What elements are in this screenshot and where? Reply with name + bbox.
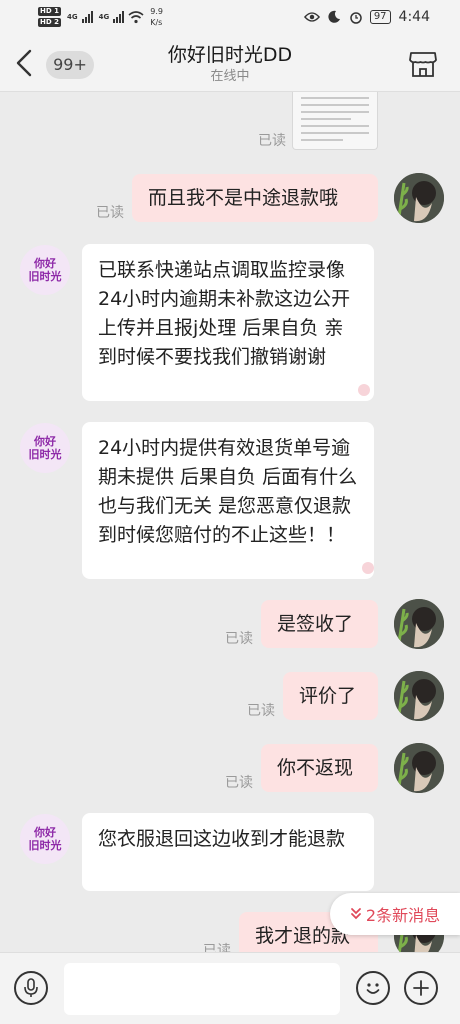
emoji-button[interactable] bbox=[356, 971, 390, 1005]
shop-avatar[interactable]: 你好 旧时光 bbox=[20, 245, 70, 295]
sim1-badge: HD 1 bbox=[38, 7, 61, 16]
status-bar: HD 1 HD 2 4G 4G 9.9 K/s 97 4:44 bbox=[0, 0, 460, 34]
message-input[interactable] bbox=[64, 963, 340, 1015]
read-receipt: 已读 bbox=[225, 631, 253, 647]
shop-avatar-text: 你好 bbox=[34, 435, 56, 448]
shop-avatar[interactable]: 你好 旧时光 bbox=[20, 814, 70, 864]
paw-watermark-icon bbox=[358, 384, 370, 396]
outgoing-message[interactable]: 而且我不是中途退款哦 bbox=[132, 174, 378, 222]
status-left: HD 1 HD 2 4G 4G 9.9 K/s bbox=[38, 4, 163, 30]
shop-avatar-text: 旧时光 bbox=[28, 448, 62, 461]
user-avatar[interactable] bbox=[394, 743, 444, 793]
battery-level: 97 bbox=[369, 10, 391, 24]
shop-avatar-text: 旧时光 bbox=[28, 270, 62, 283]
read-receipt: 已读 bbox=[258, 133, 286, 149]
incoming-message[interactable]: 已联系快递站点调取监控录像 24小时内逾期未补款这边公开上传并且报j处理 后果自… bbox=[82, 244, 374, 401]
network-type-2: 4G bbox=[98, 13, 110, 21]
clock: 4:44 bbox=[398, 9, 430, 25]
new-messages-label: 2条新消息 bbox=[365, 906, 441, 925]
shop-avatar-text: 你好 bbox=[34, 257, 56, 270]
online-status: 在线中 bbox=[210, 69, 250, 84]
wifi-icon bbox=[128, 9, 144, 25]
store-icon[interactable] bbox=[408, 50, 438, 78]
voice-icon bbox=[24, 978, 38, 997]
network-speed-unit: K/s bbox=[150, 18, 163, 27]
outgoing-message[interactable]: 是签收了 bbox=[261, 600, 378, 648]
chat-title[interactable]: 你好旧时光DD bbox=[0, 40, 460, 67]
plus-icon bbox=[413, 980, 429, 996]
read-receipt: 已读 bbox=[96, 205, 124, 221]
voice-button[interactable] bbox=[14, 971, 48, 1005]
status-right: 97 4:44 bbox=[303, 6, 430, 28]
new-messages-banner[interactable]: 2条新消息 bbox=[330, 893, 460, 935]
no-disturb-icon bbox=[326, 9, 342, 25]
signal-icon bbox=[113, 11, 125, 23]
message-list[interactable]: 已读 已读 而且我不是中途退款哦 你好 旧时光 已联系快递站点调取监控录像 24小… bbox=[0, 92, 460, 952]
outgoing-message[interactable]: 你不返现 bbox=[261, 744, 378, 792]
read-receipt: 已读 bbox=[247, 703, 275, 719]
eye-icon bbox=[303, 9, 320, 25]
shop-avatar-text: 旧时光 bbox=[28, 839, 62, 852]
image-message[interactable] bbox=[292, 92, 378, 150]
read-receipt: 已读 bbox=[225, 775, 253, 791]
input-bar bbox=[0, 952, 460, 1024]
signal-icon bbox=[81, 11, 93, 23]
incoming-message[interactable]: 您衣服退回这边收到才能退款 bbox=[82, 813, 374, 891]
read-receipt: 已读 bbox=[203, 943, 231, 952]
incoming-message[interactable]: 24小时内提供有效退货单号逾期未提供 后果自负 后面有什么也与我们无关 是您恶意… bbox=[82, 422, 374, 579]
user-avatar[interactable] bbox=[394, 599, 444, 649]
emoji-icon bbox=[366, 983, 380, 994]
double-chevron-down-icon bbox=[351, 908, 361, 920]
user-avatar[interactable] bbox=[394, 173, 444, 223]
network-type-1: 4G bbox=[66, 13, 78, 21]
user-avatar[interactable] bbox=[394, 671, 444, 721]
more-button[interactable] bbox=[404, 971, 438, 1005]
chat-header: 99+ 你好旧时光DD 在线中 bbox=[0, 34, 460, 92]
paw-watermark-icon bbox=[362, 562, 374, 574]
network-speed-value: 9.9 bbox=[150, 7, 163, 16]
shop-avatar[interactable]: 你好 旧时光 bbox=[20, 423, 70, 473]
shop-avatar-text: 你好 bbox=[34, 826, 56, 839]
outgoing-message[interactable]: 评价了 bbox=[283, 672, 378, 720]
alarm-icon bbox=[348, 9, 364, 25]
sim2-badge: HD 2 bbox=[38, 18, 61, 27]
